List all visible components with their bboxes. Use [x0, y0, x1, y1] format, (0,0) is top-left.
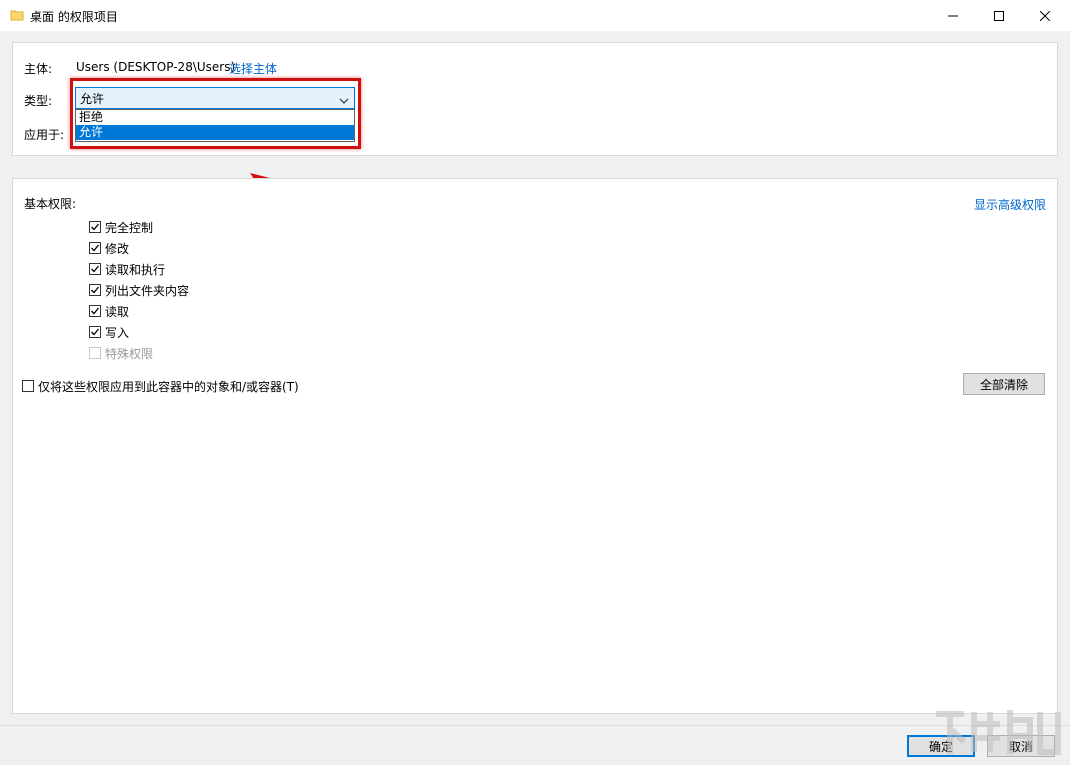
permission-read-execute[interactable]: 读取和执行 [89, 260, 165, 278]
title-bar: 桌面 的权限项目 [0, 0, 1070, 31]
minimize-button[interactable] [930, 0, 976, 31]
footer-divider [0, 725, 1070, 726]
close-icon [1040, 10, 1050, 21]
type-select[interactable]: 允许 [75, 87, 355, 109]
clear-all-button[interactable]: 全部清除 [963, 373, 1045, 395]
checkbox-checked-icon[interactable] [89, 305, 101, 317]
permission-label: 写入 [105, 325, 130, 340]
type-label: 类型: [24, 94, 53, 108]
maximize-icon [994, 10, 1004, 21]
maximize-button[interactable] [976, 0, 1022, 31]
checkbox-checked-icon[interactable] [89, 242, 101, 254]
permission-label: 完全控制 [105, 220, 154, 235]
checkbox-unchecked-icon[interactable] [22, 380, 34, 392]
permission-list-folder[interactable]: 列出文件夹内容 [89, 281, 189, 299]
window-title: 桌面 的权限项目 [30, 10, 118, 24]
permission-label: 特殊权限 [105, 346, 154, 361]
permission-label: 读取和执行 [105, 262, 166, 277]
watermark-logo-icon [930, 700, 1064, 762]
type-option-deny[interactable]: 拒绝 [76, 110, 354, 125]
folder-icon [10, 8, 24, 22]
minimize-icon [948, 11, 958, 21]
permission-label: 列出文件夹内容 [105, 283, 190, 298]
checkbox-checked-icon[interactable] [89, 284, 101, 296]
select-principal-link[interactable]: 选择主体 [229, 60, 277, 77]
permission-special: 特殊权限 [89, 344, 153, 362]
checkbox-checked-icon[interactable] [89, 263, 101, 275]
principal-value: Users (DESKTOP-28\Users) [76, 60, 236, 74]
type-option-allow[interactable]: 允许 [76, 125, 354, 140]
permission-modify[interactable]: 修改 [89, 239, 129, 257]
only-apply-label: 仅将这些权限应用到此容器中的对象和/或容器(T) [38, 379, 299, 394]
show-advanced-permissions-link[interactable]: 显示高级权限 [974, 196, 1046, 213]
chevron-down-icon [339, 94, 349, 108]
applies-to-label: 应用于: [24, 128, 65, 142]
type-select-value: 允许 [80, 91, 105, 106]
only-apply-within-container[interactable]: 仅将这些权限应用到此容器中的对象和/或容器(T) [22, 377, 299, 395]
permission-read[interactable]: 读取 [89, 302, 129, 320]
principal-label: 主体: [24, 62, 53, 76]
permissions-panel [12, 178, 1058, 714]
checkbox-disabled-icon [89, 347, 101, 359]
permission-label: 读取 [105, 304, 130, 319]
type-dropdown-list: 拒绝 允许 [75, 109, 355, 142]
permission-full-control[interactable]: 完全控制 [89, 218, 153, 236]
basic-permissions-label: 基本权限: [24, 197, 77, 211]
permission-label: 修改 [105, 241, 130, 256]
permission-write[interactable]: 写入 [89, 323, 129, 341]
checkbox-checked-icon[interactable] [89, 326, 101, 338]
close-button[interactable] [1022, 0, 1068, 31]
checkbox-checked-icon[interactable] [89, 221, 101, 233]
